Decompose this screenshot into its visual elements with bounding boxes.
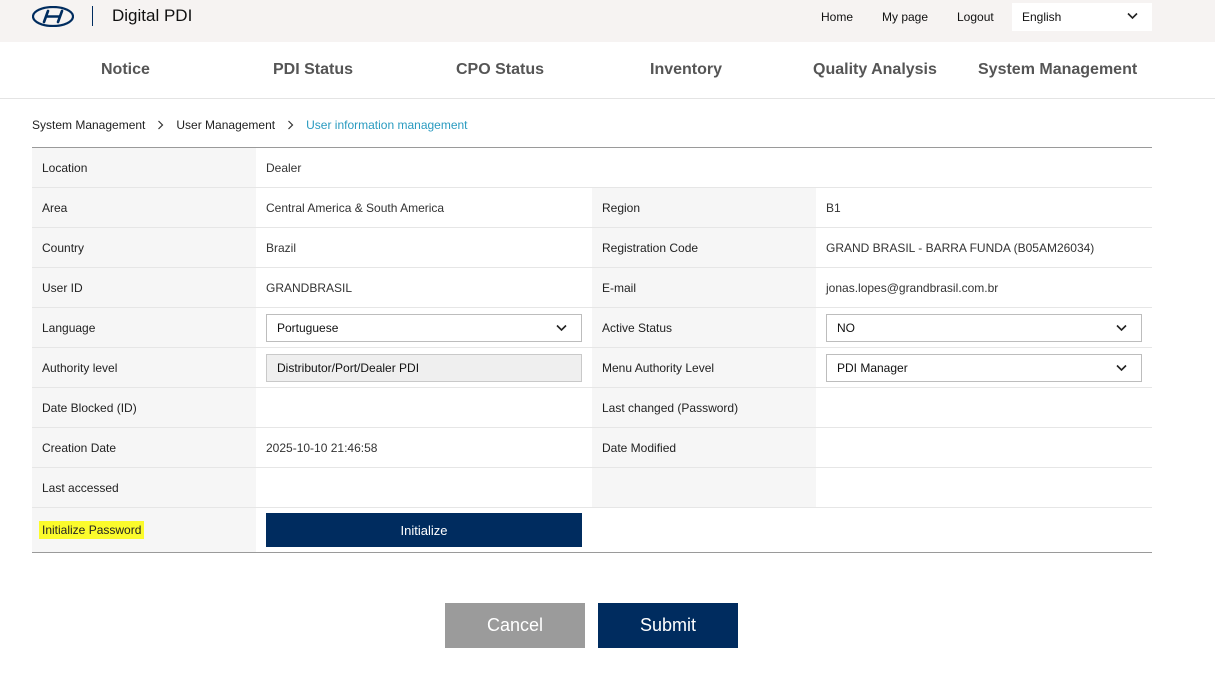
area-value: Central America & South America [266, 200, 445, 215]
location-value: Dealer [266, 160, 302, 175]
region-value: B1 [826, 200, 841, 215]
user-id-label: User ID [32, 268, 256, 307]
breadcrumb-user-management[interactable]: User Management [176, 118, 275, 132]
breadcrumb: System Management User Management User i… [32, 118, 468, 132]
table-row: Location Dealer [32, 148, 1152, 188]
language-select-value: English [1022, 10, 1062, 24]
active-status-value: NO [837, 320, 855, 335]
table-row: Area Central America & South America Reg… [32, 188, 1152, 228]
initialize-password-label: Initialize Password [39, 521, 145, 539]
empty-value-cell [816, 468, 1152, 507]
table-row: Country Brazil Registration Code GRAND B… [32, 228, 1152, 268]
table-row: Date Blocked (ID) Last changed (Password… [32, 388, 1152, 428]
language-dropdown[interactable]: Portuguese [266, 313, 582, 342]
last-changed-label: Last changed (Password) [592, 388, 816, 427]
location-label: Location [32, 148, 256, 187]
breadcrumb-current-page: User information management [306, 118, 468, 132]
home-link[interactable]: Home [821, 10, 853, 24]
menu-authority-cell: PDI Manager [816, 348, 1152, 387]
authority-level-cell: Distributor/Port/Dealer PDI [256, 348, 592, 387]
country-label: Country [32, 228, 256, 267]
area-label: Area [32, 188, 256, 227]
language-label: Language [32, 308, 256, 347]
nav-inventory[interactable]: Inventory [650, 61, 722, 79]
logo-divider [92, 6, 93, 26]
active-status-cell: NO [816, 308, 1152, 347]
nav-quality-analysis[interactable]: Quality Analysis [813, 61, 937, 79]
nav-notice[interactable]: Notice [101, 61, 150, 79]
table-row: Language Portuguese Active Status NO [32, 308, 1152, 348]
authority-level-value: Distributor/Port/Dealer PDI [277, 360, 420, 375]
chevron-down-icon [1127, 12, 1138, 20]
date-blocked-label: Date Blocked (ID) [32, 388, 256, 427]
main-nav: Notice PDI Status CPO Status Inventory Q… [0, 42, 1215, 99]
last-accessed-label: Last accessed [32, 468, 256, 507]
user-info-table: Location Dealer Area Central America & S… [32, 147, 1152, 553]
initialize-button[interactable]: Initialize [266, 513, 582, 547]
last-accessed-value [256, 468, 592, 507]
initialize-password-label-cell: Initialize Password [32, 508, 256, 552]
nav-pdi-status[interactable]: PDI Status [273, 61, 353, 79]
authority-level-field: Distributor/Port/Dealer PDI [266, 353, 582, 382]
chevron-down-icon [1116, 324, 1127, 331]
menu-authority-label: Menu Authority Level [592, 348, 816, 387]
nav-cpo-status[interactable]: CPO Status [456, 61, 544, 79]
active-status-label: Active Status [592, 308, 816, 347]
email-value: jonas.lopes@grandbrasil.com.br [826, 280, 999, 295]
empty-label-cell [592, 468, 816, 507]
date-blocked-value [256, 388, 592, 427]
mypage-link[interactable]: My page [882, 10, 928, 24]
date-modified-value [816, 428, 1152, 467]
country-value: Brazil [266, 240, 297, 255]
active-status-dropdown[interactable]: NO [826, 313, 1142, 342]
user-id-value: GRANDBRASIL [266, 280, 353, 295]
table-row: Authority level Distributor/Port/Dealer … [32, 348, 1152, 388]
app-title: Digital PDI [112, 6, 193, 25]
breadcrumb-system-management[interactable]: System Management [32, 118, 145, 132]
chevron-down-icon [1116, 364, 1127, 371]
language-select[interactable]: English [1012, 3, 1152, 31]
menu-authority-value: PDI Manager [837, 360, 908, 375]
date-modified-label: Date Modified [592, 428, 816, 467]
logout-link[interactable]: Logout [957, 10, 994, 24]
registration-code-value: GRAND BRASIL - BARRA FUNDA (B05AM26034) [826, 240, 1095, 255]
email-label: E-mail [592, 268, 816, 307]
submit-button[interactable]: Submit [598, 603, 738, 648]
nav-system-management[interactable]: System Management [978, 61, 1137, 79]
hyundai-logo-icon[interactable] [32, 6, 74, 27]
last-changed-value [816, 388, 1152, 427]
chevron-right-icon [158, 120, 164, 130]
chevron-right-icon [288, 120, 294, 130]
cancel-button[interactable]: Cancel [445, 603, 585, 648]
chevron-down-icon [556, 324, 567, 331]
region-label: Region [592, 188, 816, 227]
language-cell: Portuguese [256, 308, 592, 347]
table-row: Creation Date 2025-10-10 21:46:58 Date M… [32, 428, 1152, 468]
table-row: User ID GRANDBRASIL E-mail jonas.lopes@g… [32, 268, 1152, 308]
creation-date-label: Creation Date [32, 428, 256, 467]
authority-level-label: Authority level [32, 348, 256, 387]
top-bar: Digital PDI Home My page Logout English [0, 0, 1215, 42]
creation-date-value: 2025-10-10 21:46:58 [266, 440, 378, 455]
initialize-cell: Initialize [256, 508, 592, 552]
table-row: Initialize Password Initialize [32, 508, 1152, 552]
table-row: Last accessed [32, 468, 1152, 508]
registration-code-label: Registration Code [592, 228, 816, 267]
menu-authority-dropdown[interactable]: PDI Manager [826, 353, 1142, 382]
empty-cell [592, 508, 1152, 552]
language-dropdown-value: Portuguese [277, 320, 339, 335]
